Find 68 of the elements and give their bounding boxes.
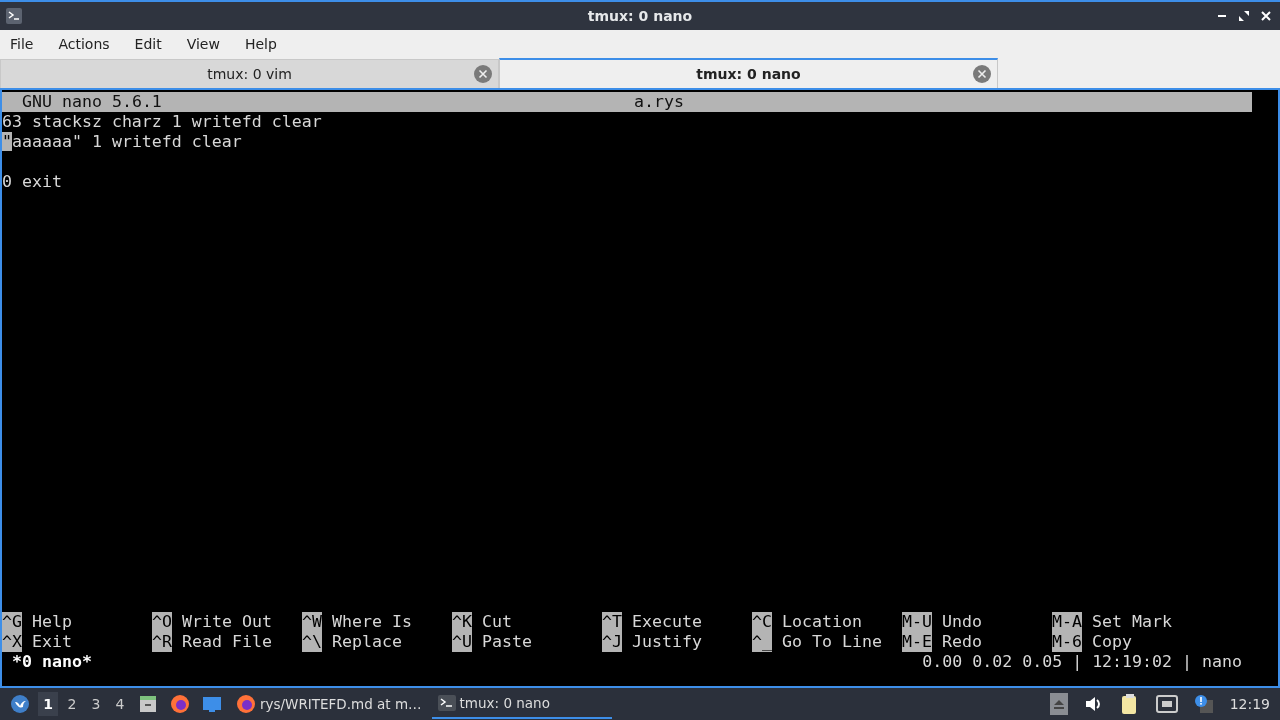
window-icon[interactable] bbox=[202, 694, 222, 714]
shortcut-label: Paste bbox=[482, 632, 532, 652]
shortcut-label: Set Mark bbox=[1092, 612, 1172, 632]
shortcut-key: ^K bbox=[452, 612, 472, 632]
menu-item[interactable]: Help bbox=[244, 36, 277, 52]
terminal-icon bbox=[6, 8, 22, 24]
firefox-icon bbox=[236, 694, 256, 714]
menu-item[interactable]: File bbox=[10, 36, 34, 52]
menu-item[interactable]: Actions bbox=[58, 36, 110, 52]
text-cursor: " bbox=[2, 132, 12, 151]
maximize-icon[interactable] bbox=[1238, 10, 1250, 22]
shortcut-key: ^R bbox=[152, 632, 172, 652]
network-icon[interactable] bbox=[1155, 695, 1178, 713]
workspace-button[interactable]: 1 bbox=[38, 692, 58, 716]
nano-version: GNU nano 5.6.1 bbox=[22, 92, 162, 112]
notification-icon[interactable] bbox=[1193, 694, 1214, 714]
shortcut-key: ^C bbox=[752, 612, 772, 632]
window-title: tmux: 0 nano bbox=[587, 8, 693, 24]
file-cabinet-icon[interactable] bbox=[138, 694, 158, 714]
shortcut-label: Go To Line bbox=[782, 632, 882, 652]
tmux-window-name: *0 nano* bbox=[12, 652, 92, 672]
shortcut-label: Replace bbox=[332, 632, 402, 652]
file-name: a.rys bbox=[634, 92, 684, 112]
shortcut-label: Copy bbox=[1092, 632, 1132, 652]
bird-logo-icon[interactable] bbox=[10, 694, 30, 714]
shortcut-label: Location bbox=[782, 612, 862, 632]
firefox-icon[interactable] bbox=[170, 694, 190, 714]
close-icon[interactable] bbox=[1260, 10, 1272, 22]
taskbar-task[interactable]: tmux: 0 nano bbox=[431, 689, 612, 719]
shortcut-key: ^_ bbox=[752, 632, 772, 652]
tab[interactable]: tmux: 0 nano bbox=[499, 58, 998, 88]
menu-item[interactable]: View bbox=[186, 36, 220, 52]
shortcut-label: Redo bbox=[942, 632, 982, 652]
workspace-button[interactable]: 4 bbox=[110, 692, 130, 716]
terminal-icon bbox=[437, 695, 456, 711]
close-tab-icon[interactable] bbox=[474, 65, 492, 83]
shortcut-key: ^X bbox=[2, 632, 22, 652]
shortcut-key: ^W bbox=[302, 612, 322, 632]
tmux-status-info: 0.00 0.02 0.05 | 12:19:02 | nano bbox=[922, 652, 1242, 672]
shortcut-label: Where Is bbox=[332, 612, 412, 632]
shortcut-label: Execute bbox=[632, 612, 702, 632]
shortcut-key: M-6 bbox=[1052, 632, 1082, 652]
shortcut-label: Write Out bbox=[182, 612, 272, 632]
shortcut-label: Read File bbox=[182, 632, 272, 652]
shortcut-key: M-E bbox=[902, 632, 932, 652]
clock[interactable]: 12:19 bbox=[1229, 696, 1270, 712]
shortcut-key: ^G bbox=[2, 612, 22, 632]
shortcut-key: ^O bbox=[152, 612, 172, 632]
shortcut-key: M-U bbox=[902, 612, 932, 632]
shortcut-key: ^T bbox=[602, 612, 622, 632]
tab[interactable]: tmux: 0 vim bbox=[0, 59, 499, 88]
shortcut-label: Cut bbox=[482, 612, 512, 632]
taskbar-task[interactable]: rys/WRITEFD.md at m… bbox=[230, 689, 428, 719]
shortcut-label: Help bbox=[32, 612, 72, 632]
workspace-button[interactable]: 2 bbox=[62, 692, 82, 716]
editor-line: 63 stacksz charz 1 writefd clear bbox=[2, 112, 322, 132]
menu-item[interactable]: Edit bbox=[134, 36, 162, 52]
shortcut-key: ^U bbox=[452, 632, 472, 652]
shortcut-key: ^J bbox=[602, 632, 622, 652]
shortcut-key: M-A bbox=[1052, 612, 1082, 632]
shortcut-key: ^\ bbox=[302, 632, 322, 652]
shortcut-label: Undo bbox=[942, 612, 982, 632]
editor-line: 0 exit bbox=[2, 172, 62, 192]
shortcut-label: Exit bbox=[32, 632, 72, 652]
shortcut-label: Justify bbox=[632, 632, 702, 652]
close-tab-icon[interactable] bbox=[973, 65, 991, 83]
workspace-button[interactable]: 3 bbox=[86, 692, 106, 716]
editor-line: "aaaaaa" 1 writefd clear bbox=[2, 132, 242, 152]
